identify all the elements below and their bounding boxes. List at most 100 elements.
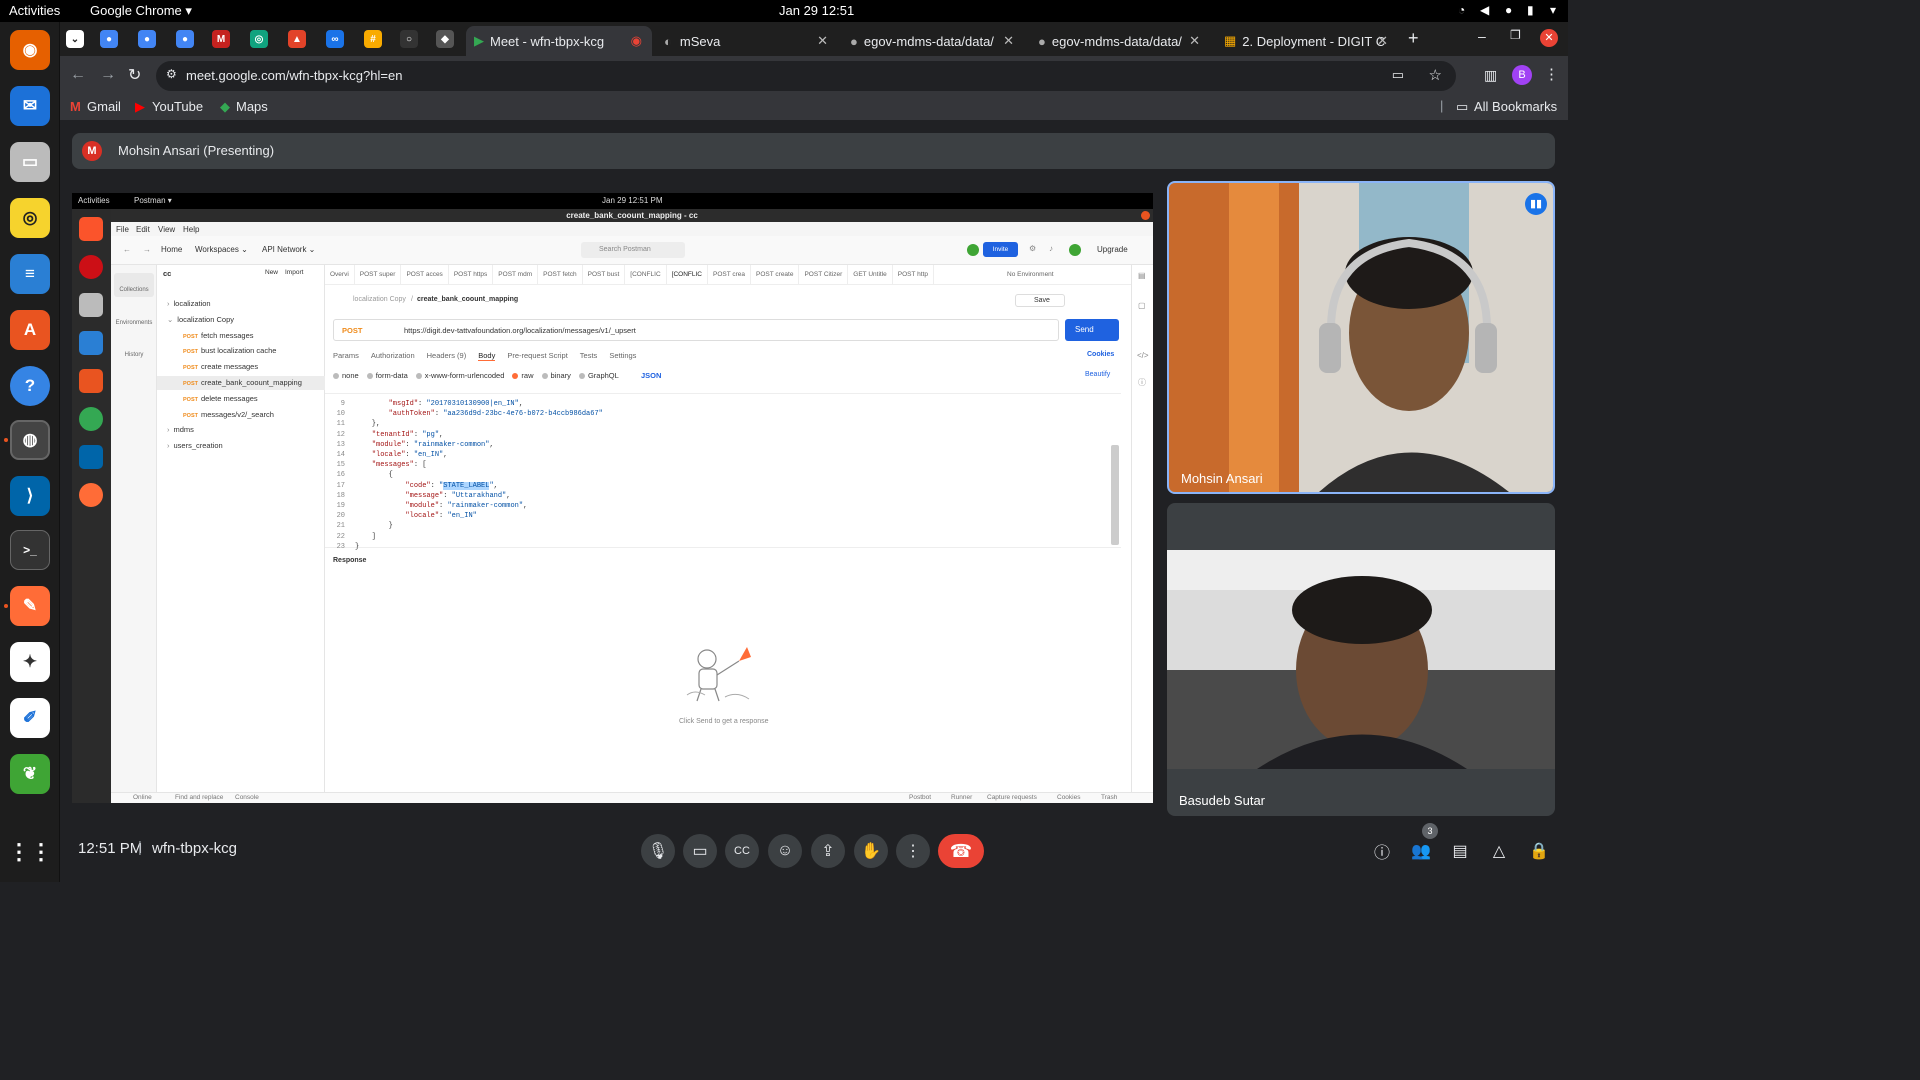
more-options-button[interactable]: ⋮ [896, 834, 930, 868]
side-panel-icon[interactable]: ▥ [1484, 67, 1497, 84]
slack-pinned-icon[interactable]: # [364, 30, 382, 48]
code-line[interactable]: "locale": "en_IN", [355, 451, 448, 459]
restore-icon[interactable]: ❐ [1510, 28, 1521, 42]
tree-item[interactable]: POST delete messages [157, 392, 325, 406]
chatgpt-pinned-icon[interactable]: ◎ [250, 30, 268, 48]
host-controls-button[interactable]: 🔒 [1526, 838, 1552, 864]
request-tab[interactable]: POST http [893, 265, 934, 284]
tab-egov-mdms-2[interactable]: ● egov-mdms-data/data/ ✕ [1030, 26, 1210, 56]
request-tab[interactable]: [CONFLIC [667, 265, 708, 284]
tree-item[interactable]: › localization [157, 297, 325, 311]
mic-icon[interactable]: ● [1505, 3, 1512, 17]
tree-item[interactable]: POST fetch messages [157, 329, 325, 343]
request-tab[interactable]: POST crea [708, 265, 752, 284]
code-line[interactable]: ] [355, 533, 376, 541]
code-line[interactable]: "msgId": "20170310130900|en_IN", [355, 400, 523, 408]
code-line[interactable]: } [355, 543, 359, 551]
code-line[interactable]: "authToken": "aa236d9d-23bc-4e76-b072-b4… [355, 410, 603, 418]
pinned-tab-icon[interactable]: ● [176, 30, 194, 48]
request-subtab[interactable]: Settings [609, 351, 636, 360]
code-line[interactable]: "code": "STATE_LABEL", [355, 481, 498, 490]
firefox-icon[interactable]: ◉ [10, 30, 50, 70]
request-tab[interactable]: POST Citizer [799, 265, 849, 284]
code-line[interactable]: "locale": "en_IN" [355, 512, 476, 520]
camera-button[interactable]: ▭ [683, 834, 717, 868]
tab-deployment[interactable]: ▦ 2. Deployment - DIGIT C ✕ [1216, 26, 1398, 56]
request-subtab[interactable]: Pre-request Script [507, 351, 567, 360]
tab-mseva[interactable]: ◐ mSeva ✕ [656, 26, 838, 56]
people-button[interactable]: 👥 [1408, 838, 1434, 864]
show-apps-icon[interactable]: ⋮⋮ [8, 832, 52, 872]
new-tab-icon[interactable]: + [1408, 28, 1419, 49]
minimize-icon[interactable]: – [1478, 28, 1486, 44]
chrome-icon[interactable]: ◍ [10, 420, 50, 460]
pinned-tab-icon[interactable]: ● [138, 30, 156, 48]
close-tab-icon[interactable]: ✕ [1377, 33, 1388, 49]
request-tab[interactable]: POST bust [583, 265, 626, 284]
tab-search-icon[interactable]: ⌄ [66, 30, 84, 48]
meeting-details-button[interactable]: ⓘ [1369, 838, 1395, 864]
wifi-icon[interactable]: ◔ [1458, 3, 1465, 17]
vscode-icon[interactable]: ⟩ [10, 476, 50, 516]
raise-hand-button[interactable]: ✋ [854, 834, 888, 868]
text-editor-icon[interactable]: ✐ [10, 698, 50, 738]
code-line[interactable]: }, [355, 420, 380, 428]
app-center-icon[interactable]: A [10, 310, 50, 350]
request-tab[interactable]: POST fetch [538, 265, 583, 284]
reload-icon[interactable]: ↻ [128, 65, 141, 85]
bookmark-youtube[interactable]: YouTube [152, 99, 203, 114]
postman-icon[interactable]: ✎ [10, 586, 50, 626]
mic-button[interactable]: 🎙 [641, 834, 675, 868]
bookmark-star-icon[interactable]: ☆ [1429, 66, 1442, 84]
link-pinned-icon[interactable]: ∞ [326, 30, 344, 48]
close-window-icon[interactable]: ✕ [1540, 29, 1558, 47]
address-bar[interactable]: ⚙ meet.google.com/wfn-tbpx-kcg?hl=en ▭ ☆ [156, 61, 1456, 91]
request-tab[interactable]: POST https [449, 265, 494, 284]
battery-icon[interactable]: ▮ [1527, 3, 1534, 17]
writer-icon[interactable]: ≡ [10, 254, 50, 294]
volume-icon[interactable]: ◀ [1480, 3, 1489, 17]
body-type-radio[interactable]: binary [541, 371, 571, 380]
tree-item[interactable]: › users_creation [157, 439, 325, 453]
body-type-radio[interactable]: raw [512, 371, 534, 380]
participant-tile-mohsin[interactable]: ▮▮ Mohsin Ansari [1167, 181, 1555, 494]
activities-button[interactable]: Activities [9, 3, 60, 18]
tab-meet[interactable]: ▶ Meet - wfn-tbpx-kcg ◉ [466, 26, 652, 56]
body-type-radio[interactable]: form-data [366, 371, 408, 380]
request-tab[interactable]: POST mdm [493, 265, 539, 284]
close-tab-icon[interactable]: ✕ [1189, 33, 1200, 49]
code-line[interactable]: "module": "rainmaker-common", [355, 502, 527, 510]
body-type-radio[interactable]: none [333, 371, 359, 380]
activities-button[interactable]: △ [1486, 838, 1512, 864]
camera-in-use-icon[interactable]: ▭ [1392, 67, 1404, 83]
tab-egov-mdms-1[interactable]: ● egov-mdms-data/data/ ✕ [842, 26, 1024, 56]
present-button[interactable]: ⇪ [811, 834, 845, 868]
reactions-button[interactable]: ☺ [768, 834, 802, 868]
gimp-icon[interactable]: ✦ [10, 642, 50, 682]
close-tab-icon[interactable]: ✕ [817, 33, 828, 49]
files-icon[interactable]: ▭ [10, 142, 50, 182]
code-line[interactable]: "messages": [ [355, 461, 427, 469]
request-subtab[interactable]: Params [333, 351, 359, 360]
rhythmbox-icon[interactable]: ◎ [10, 198, 50, 238]
pinned-tab-icon[interactable]: ● [100, 30, 118, 48]
tree-item[interactable]: POST bust localization cache [157, 344, 325, 358]
leave-call-button[interactable]: ☎ [938, 834, 984, 868]
body-type-radio[interactable]: x-www-form-urlencoded [415, 371, 504, 380]
request-tab[interactable]: [CONFLIC [625, 265, 667, 284]
request-subtab[interactable]: Tests [580, 351, 598, 360]
terminal-icon[interactable]: >_ [10, 530, 50, 570]
bookmark-maps[interactable]: Maps [236, 99, 268, 114]
back-icon[interactable]: ← [70, 66, 86, 84]
tree-item[interactable]: POST create messages [157, 360, 325, 374]
tree-item[interactable]: ⌄ localization Copy [157, 313, 325, 327]
forward-icon[interactable]: → [100, 66, 116, 84]
app-menu[interactable]: Google Chrome ▾ [90, 3, 192, 19]
request-subtab[interactable]: Authorization [371, 351, 415, 360]
profile-avatar[interactable]: B [1512, 65, 1532, 85]
captions-button[interactable]: CC [725, 834, 759, 868]
power-menu-icon[interactable]: ▾ [1550, 3, 1556, 17]
request-subtab[interactable]: Body [478, 351, 496, 361]
request-subtab[interactable]: Headers (9) [427, 351, 467, 360]
body-type-radio[interactable]: GraphQL [578, 371, 619, 380]
